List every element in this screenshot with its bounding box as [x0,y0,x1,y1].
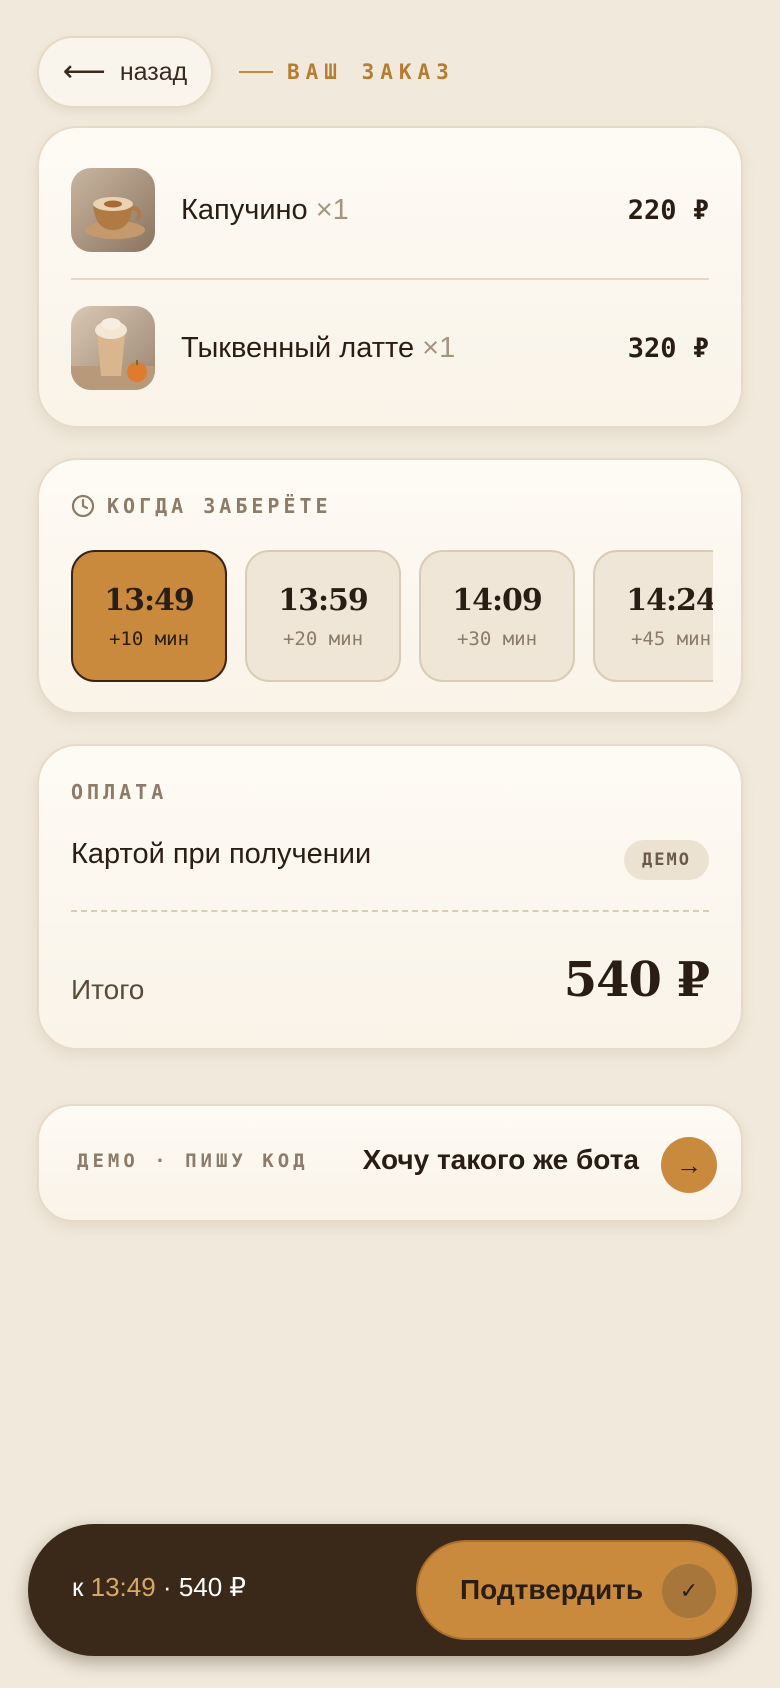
payment-card: ОПЛАТА Картой при получении ДЕМО Итого 5… [37,744,743,1050]
back-label: назад [119,57,188,86]
payment-label: ОПЛАТА [71,780,168,804]
item-price: 220 ₽ [627,194,709,226]
arrow-right-icon[interactable]: → [661,1137,717,1193]
divider [71,278,709,280]
header: ⟵ назад ВАШ ЗАКАЗ [37,36,455,108]
slot-time: 14:24 [626,582,713,618]
item-name: Капучино ×1 [181,194,628,227]
cappuccino-photo [71,168,155,252]
summary-separator: · [162,1572,172,1602]
pickup-label-text: КОГДА ЗАБЕРЁТЕ [107,494,332,518]
order-item: Капучино ×1 220 ₽ [71,167,709,253]
promo-cta: Хочу такого же бота [362,1144,639,1175]
pumpkin-latte-photo [71,306,155,390]
order-summary: к 13:49 · 540 ₽ [72,1572,246,1603]
slot-delta: +20 мин [282,627,364,650]
slot-time: 13:59 [278,582,369,618]
slot-delta: +45 мин [630,627,712,650]
slot-time: 13:49 [104,582,195,618]
slot-time: 14:09 [452,582,543,618]
total-label: Итого [71,974,145,1005]
promo-small-text: ДЕМО · ПИШУ КОД [77,1150,309,1172]
summary-total: 540 ₽ [178,1572,246,1602]
back-button[interactable]: ⟵ назад [37,36,213,108]
item-name: Тыквенный латте ×1 [181,332,628,365]
time-slots[interactable]: 13:49 +10 мин 13:59 +20 мин 14:09 +30 ми… [71,550,713,684]
item-price: 320 ₽ [627,332,709,364]
page-title-text: ВАШ ЗАКАЗ [287,60,455,84]
arrow-left-icon: ⟵ [62,55,106,88]
order-item: Тыквенный латте ×1 320 ₽ [71,305,709,391]
title-dash [239,71,273,73]
clock-icon [71,494,95,518]
page-title: ВАШ ЗАКАЗ [239,60,455,84]
slot-delta: +10 мин [108,627,190,650]
confirm-button[interactable]: Подтвердить ✓ [416,1540,738,1640]
dashed-divider [71,910,709,912]
summary-time: 13:49 [90,1572,156,1602]
item-name-text: Капучино [181,193,308,226]
item-name-text: Тыквенный латте [181,331,415,364]
pickup-label: КОГДА ЗАБЕРЁТЕ [71,494,332,518]
demo-badge: ДЕМО [624,840,709,880]
promo-bot-card[interactable]: ДЕМО · ПИШУ КОД Хочу такого же бота → [37,1104,743,1222]
payment-method: Картой при получении [71,838,372,870]
total-value: 540 ₽ [563,952,710,1008]
slot-delta: +30 мин [456,627,538,650]
item-qty: ×1 [422,331,456,364]
time-slot-1424[interactable]: 14:24 +45 мин [593,550,713,682]
check-icon: ✓ [662,1564,716,1618]
time-slot-1409[interactable]: 14:09 +30 мин [419,550,575,682]
summary-prefix: к [72,1572,84,1602]
time-slot-1359[interactable]: 13:59 +20 мин [245,550,401,682]
item-qty: ×1 [315,193,349,226]
bottom-bar: к 13:49 · 540 ₽ Подтвердить ✓ [28,1524,752,1656]
order-items-card: Капучино ×1 220 ₽ Тыквенный латте ×1 320… [37,126,743,428]
confirm-label: Подтвердить [460,1574,644,1605]
pickup-time-card: КОГДА ЗАБЕРЁТЕ 13:49 +10 мин 13:59 +20 м… [37,458,743,714]
time-slot-1349[interactable]: 13:49 +10 мин [71,550,227,682]
